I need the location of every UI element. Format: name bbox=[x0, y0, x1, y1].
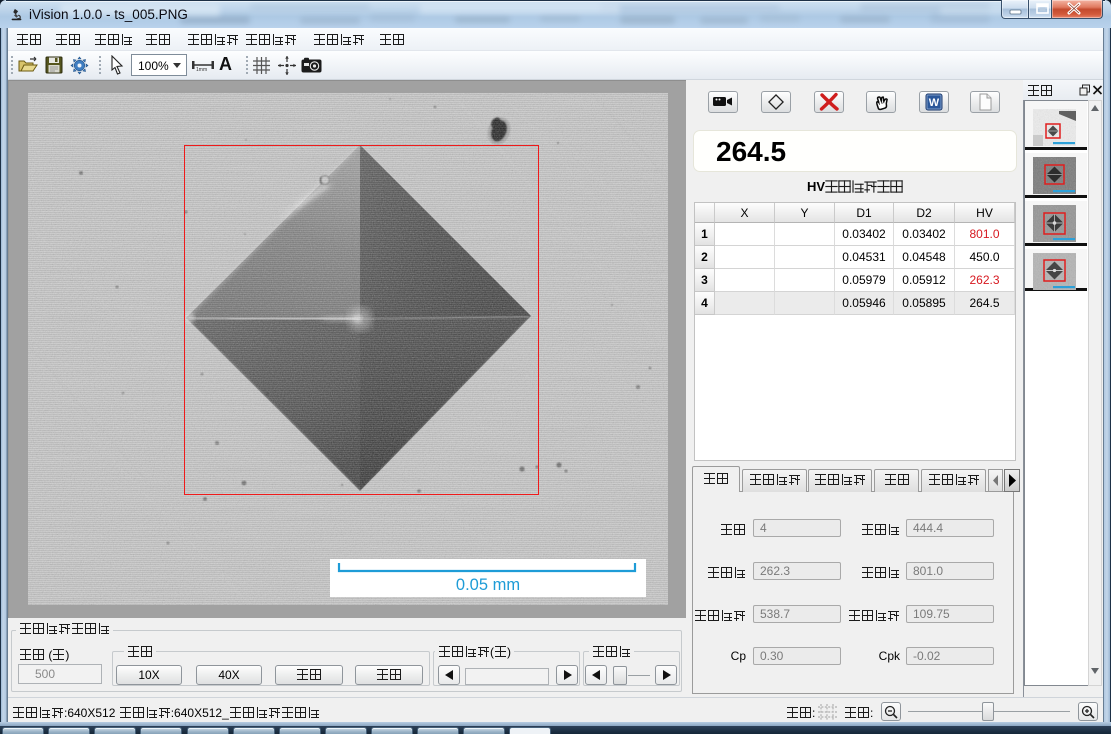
svg-text:0.05 mm: 0.05 mm bbox=[456, 576, 520, 594]
svg-text:W: W bbox=[929, 97, 940, 109]
svg-text:1mm: 1mm bbox=[196, 67, 207, 72]
